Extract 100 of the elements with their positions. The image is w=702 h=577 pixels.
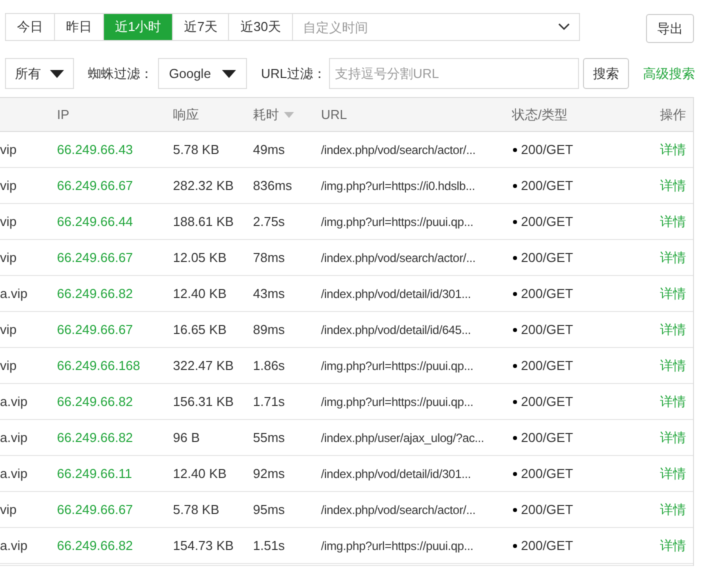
details-link[interactable]: 详情 [660, 248, 686, 268]
table-cell: 1.51s [253, 538, 285, 553]
table-cell-text: 200/GET [521, 320, 574, 339]
table-cell: 1.71s [253, 394, 285, 409]
ip-link[interactable]: 66.249.66.82 [57, 286, 133, 301]
details-link[interactable]: 详情 [660, 428, 686, 448]
export-button[interactable]: 导出 [646, 14, 694, 43]
table-cell: 5.78 KB [173, 142, 220, 157]
spider-filter-label: 蜘蛛过滤： [88, 64, 153, 83]
details-link[interactable]: 详情 [660, 500, 686, 520]
column-header: 状态/类型 [512, 106, 568, 122]
column-header: 响应 [173, 106, 199, 122]
table-cell: 49ms [253, 142, 285, 157]
table-cell: vip [0, 358, 17, 373]
column-header: 操作 [660, 106, 686, 124]
table-cell: 92ms [253, 466, 285, 481]
ip-link[interactable]: 66.249.66.82 [57, 538, 133, 553]
table-cell: vip [0, 142, 17, 157]
table-cell: a.vip [0, 394, 28, 409]
table-cell: 16.65 KB [173, 322, 226, 337]
table-cell: 12.05 KB [173, 250, 226, 265]
details-link[interactable]: 详情 [660, 536, 686, 556]
table-cell: /img.php?url=https://i0.hdslb... [321, 178, 476, 193]
table-cell: /img.php?url=https://puui.qp... [321, 214, 474, 229]
details-link[interactable]: 详情 [660, 212, 686, 232]
table-cell: a.vip [0, 286, 28, 301]
table-cell: 188.61 KB [173, 214, 234, 229]
table-cell-text: 200/GET [521, 500, 574, 519]
ip-link[interactable]: 66.249.66.67 [57, 178, 133, 193]
dropdown-caret-icon [50, 70, 64, 78]
table-cell: /index.php/vod/detail/id/301... [321, 286, 471, 301]
details-link[interactable]: 详情 [660, 140, 686, 160]
table-cell: 12.40 KB [173, 466, 226, 481]
table-cell: /img.php?url=https://puui.qp... [321, 394, 474, 409]
ip-link[interactable]: 66.249.66.67 [57, 250, 133, 265]
advanced-search-link[interactable]: 高级搜索 [643, 64, 696, 84]
table-cell: 154.73 KB [173, 538, 234, 553]
ip-link[interactable]: 66.249.66.44 [57, 214, 133, 229]
table-cell: vip [0, 178, 17, 193]
column-header[interactable]: 耗时 [253, 104, 279, 124]
table-cell: 2.75s [253, 214, 285, 229]
table-cell-text: 200/GET [521, 536, 574, 555]
table-cell: vip [0, 502, 17, 517]
details-link[interactable]: 详情 [660, 320, 686, 340]
custom-time-field[interactable]: 自定义时间 [292, 13, 580, 41]
search-button[interactable]: 搜索 [583, 58, 630, 89]
table-cell-text: 200/GET [521, 464, 574, 483]
ip-link[interactable]: 66.249.66.67 [57, 502, 133, 517]
url-filter-field[interactable]: 支持逗号分割URL [329, 58, 580, 89]
table-cell: 282.32 KB [173, 178, 234, 193]
time-tab[interactable]: 今日 [5, 13, 55, 41]
url-filter-label: URL过滤： [261, 64, 326, 83]
table-cell-text: 200/GET [521, 140, 574, 159]
table-cell: /index.php/user/ajax_ulog/?ac... [321, 430, 484, 445]
ip-link[interactable]: 66.249.66.82 [57, 394, 133, 409]
table-cell: 55ms [253, 430, 285, 445]
details-link[interactable]: 详情 [660, 392, 686, 412]
table-cell: /index.php/vod/search/actor/... [321, 502, 476, 517]
table-cell-text: 200/GET [521, 356, 574, 375]
table-cell: 43ms [253, 286, 285, 301]
table-cell: 836ms [253, 178, 292, 193]
time-tab[interactable]: 昨日 [54, 13, 104, 41]
time-tab[interactable]: 近30天 [228, 13, 293, 41]
details-link[interactable]: 详情 [660, 176, 686, 196]
table-cell: a.vip [0, 430, 28, 445]
table-cell: /index.php/vod/detail/id/645... [321, 322, 471, 337]
spider-select[interactable]: Google [158, 58, 247, 89]
table-cell: vip [0, 214, 17, 229]
ip-link[interactable]: 66.249.66.82 [57, 430, 133, 445]
details-link[interactable]: 详情 [660, 464, 686, 484]
type-select[interactable]: 所有 [5, 58, 74, 89]
time-tab[interactable]: 近1小时 [103, 13, 174, 41]
table-cell: 95ms [253, 502, 285, 517]
table-cell: /img.php?url=https://puui.qp... [321, 358, 474, 373]
table-cell-text: 200/GET [521, 284, 574, 303]
ip-link[interactable]: 66.249.66.168 [57, 358, 140, 373]
details-link[interactable]: 详情 [660, 356, 686, 376]
table-cell: /img.php?url=https://puui.qp... [321, 538, 474, 553]
table-cell-text: 200/GET [521, 176, 574, 195]
ip-link[interactable]: 66.249.66.11 [57, 466, 132, 481]
table-cell: /index.php/vod/search/actor/... [321, 250, 476, 265]
table-cell: a.vip [0, 466, 28, 481]
table-cell: 78ms [253, 250, 285, 265]
ip-link[interactable]: 66.249.66.43 [57, 142, 133, 157]
table-cell: 1.86s [253, 358, 285, 373]
table-cell-text: 200/GET [521, 212, 574, 231]
ip-link[interactable]: 66.249.66.67 [57, 322, 133, 337]
table-cell: 156.31 KB [173, 394, 234, 409]
table-cell: 322.47 KB [173, 358, 234, 373]
table-cell: 96 B [173, 430, 200, 445]
table-cell-text: 200/GET [521, 428, 574, 447]
table-cell: /index.php/vod/search/actor/... [321, 142, 476, 157]
table-cell: 5.78 KB [173, 502, 220, 517]
chevron-down-icon[interactable] [558, 23, 570, 31]
details-link[interactable]: 详情 [660, 284, 686, 304]
table-cell: vip [0, 250, 17, 265]
table-cell-text: 200/GET [521, 392, 574, 411]
time-tab[interactable]: 近7天 [172, 13, 230, 41]
table-cell: /index.php/vod/detail/id/301... [321, 466, 471, 481]
dropdown-caret-icon [222, 70, 236, 78]
